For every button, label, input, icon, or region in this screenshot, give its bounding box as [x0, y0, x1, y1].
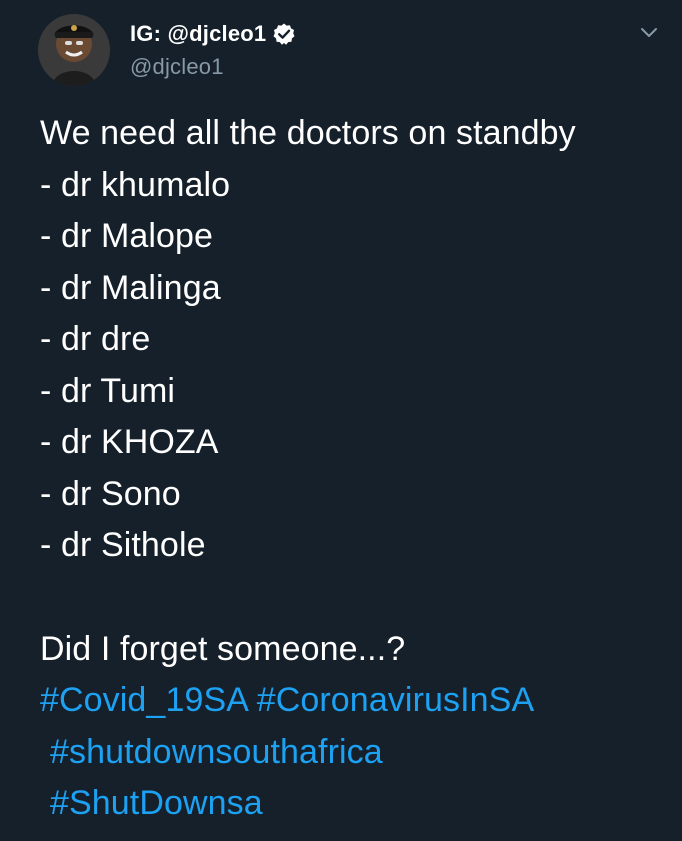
hashtag-link[interactable]: #Covid_19SA: [40, 681, 247, 719]
verified-badge-icon: [272, 22, 296, 46]
tweet-header: IG: @djcleo1 @djcleo1: [38, 14, 664, 90]
doctor-list-item: - dr KHOZA: [40, 423, 219, 461]
hashtag-link[interactable]: #CoronavirusInSA: [257, 681, 535, 719]
tweet-intro: We need all the doctors on standby: [40, 114, 576, 152]
user-block: IG: @djcleo1 @djcleo1: [130, 20, 296, 80]
doctor-list-item: - dr Malinga: [40, 268, 221, 307]
display-name[interactable]: IG: @djcleo1: [130, 21, 266, 47]
tweet-card[interactable]: IG: @djcleo1 @djcleo1 We need all the do…: [0, 0, 682, 841]
user-handle[interactable]: @djcleo1: [130, 54, 296, 80]
hashtag-row: #Covid_19SA #CoronavirusInSA: [40, 675, 670, 727]
hashtag-link[interactable]: #ShutDownsa: [50, 784, 263, 822]
tweet-question: Did I forget someone...?: [40, 629, 406, 668]
doctor-list-item: - dr Malope: [40, 217, 214, 255]
avatar-photo-icon: [38, 14, 110, 86]
hashtag-row: #shutdownsouthafrica: [40, 727, 670, 779]
doctor-list-item: - dr dre: [40, 320, 151, 358]
doctor-list-item: - dr Sithole: [40, 526, 206, 564]
doctor-list-item: - dr khumalo: [40, 165, 231, 204]
chevron-down-icon[interactable]: [638, 22, 660, 44]
hashtag-link[interactable]: #shutdownsouthafrica: [50, 733, 383, 771]
avatar[interactable]: [38, 14, 110, 86]
doctor-list-item: - dr Tumi: [40, 371, 176, 410]
doctor-list-item: - dr Sono: [40, 474, 181, 513]
display-name-row: IG: @djcleo1: [130, 20, 296, 48]
hashtag-row: #ShutDownsa: [40, 778, 670, 830]
tweet-text: We need all the doctors on standby - dr …: [40, 108, 670, 830]
